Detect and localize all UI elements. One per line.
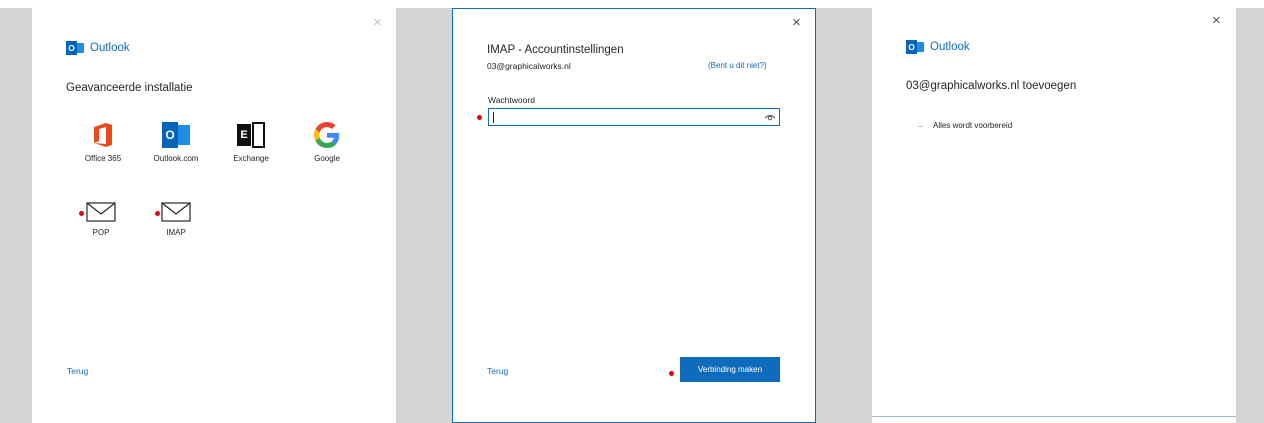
option-pop[interactable]: POP (84, 202, 118, 237)
provider-outlook[interactable]: O Outlook.com (146, 122, 206, 163)
account-email: 03@graphicalworks.nl (487, 61, 571, 71)
provider-office365[interactable]: Office 365 (78, 122, 128, 163)
provider-label: Exchange (233, 154, 269, 163)
password-label: Wachtwoord (488, 95, 535, 105)
close-icon[interactable]: × (373, 15, 382, 30)
brand-name: Outlook (930, 41, 970, 53)
outlook-brand: O Outlook (906, 40, 970, 54)
outlook-logo-icon: O (906, 40, 924, 54)
marker-dot (477, 115, 482, 120)
loading-indicator (918, 126, 923, 127)
backdrop-right (1236, 8, 1264, 423)
option-imap[interactable]: IMAP (159, 202, 193, 237)
status-text: Alles wordt voorbereid (933, 121, 1013, 130)
backdrop-middle-left (396, 8, 452, 423)
office365-icon (94, 123, 112, 147)
backdrop-left (0, 8, 32, 423)
eye-icon[interactable] (764, 112, 776, 122)
google-icon (314, 122, 340, 148)
provider-label: Office 365 (84, 154, 122, 163)
provider-google[interactable]: Google (302, 122, 352, 163)
text-caret (493, 112, 494, 123)
outlook-icon: O (162, 122, 190, 148)
close-icon[interactable]: × (1212, 13, 1221, 28)
not-you-link[interactable]: (Bent u dit niet?) (708, 61, 767, 70)
connect-button[interactable]: Verbinding maken (680, 357, 780, 382)
back-link[interactable]: Terug (487, 366, 508, 376)
provider-label: Outlook.com (153, 154, 199, 163)
panel-adding-account (872, 8, 1236, 417)
password-field[interactable] (488, 108, 780, 126)
marker-dot (669, 371, 674, 376)
option-label: IMAP (166, 228, 186, 237)
brand-name: Outlook (90, 42, 130, 54)
outlook-brand: O Outlook (66, 41, 130, 55)
envelope-icon (86, 202, 116, 222)
backdrop-middle-right (816, 8, 872, 423)
provider-label: Google (314, 154, 340, 163)
page-title: 03@graphicalworks.nl toevoegen (906, 80, 1077, 92)
option-label: POP (92, 228, 110, 237)
provider-exchange[interactable]: E Exchange (226, 122, 276, 163)
exchange-icon: E (237, 122, 265, 148)
envelope-icon (161, 202, 191, 222)
page-title: IMAP - Accountinstellingen (487, 44, 624, 56)
page-title: Geavanceerde installatie (66, 82, 193, 94)
back-link[interactable]: Terug (67, 366, 88, 376)
outlook-logo-icon: O (66, 41, 84, 55)
close-icon[interactable]: × (792, 15, 801, 30)
